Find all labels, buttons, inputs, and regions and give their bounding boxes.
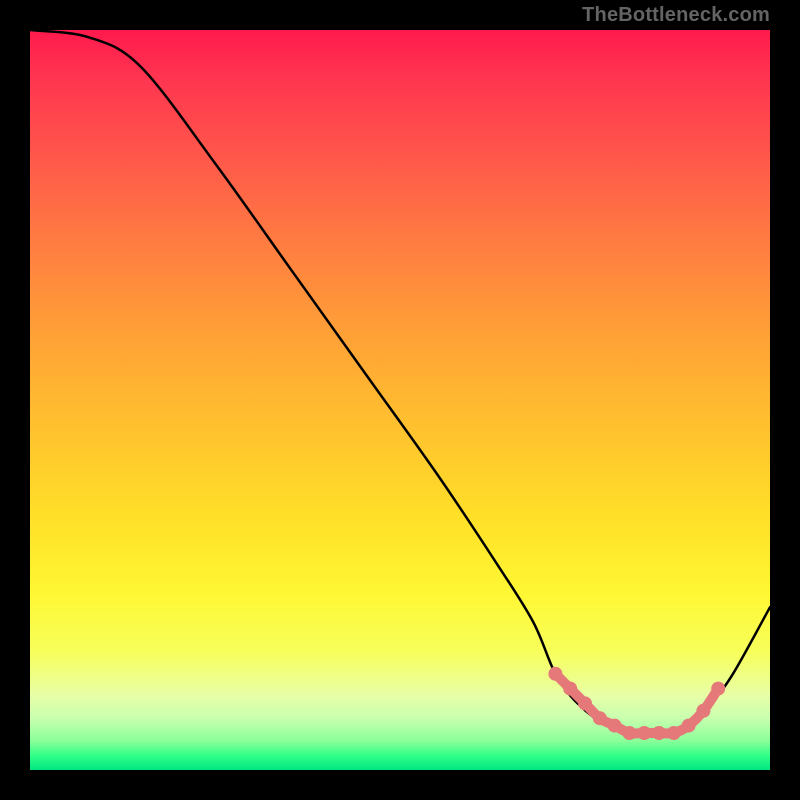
highlight-dot [563,682,577,696]
highlight-dot [652,726,666,740]
watermark-text: TheBottleneck.com [582,4,770,27]
highlight-dot [696,704,710,718]
highlight-dot [593,711,607,725]
highlight-dot [637,726,651,740]
highlight-dot [548,667,562,681]
chart-overlay [30,30,770,770]
highlight-dot [622,726,636,740]
highlight-stroke [555,674,718,734]
highlight-dot [608,719,622,733]
chart-canvas: TheBottleneck.com [0,0,800,800]
highlight-dot [578,696,592,710]
highlight-dot [682,719,696,733]
highlight-segment [548,667,725,740]
highlight-dot [711,682,725,696]
highlight-dot [667,726,681,740]
bottleneck-curve-line [30,30,770,734]
plot-area [30,30,770,770]
